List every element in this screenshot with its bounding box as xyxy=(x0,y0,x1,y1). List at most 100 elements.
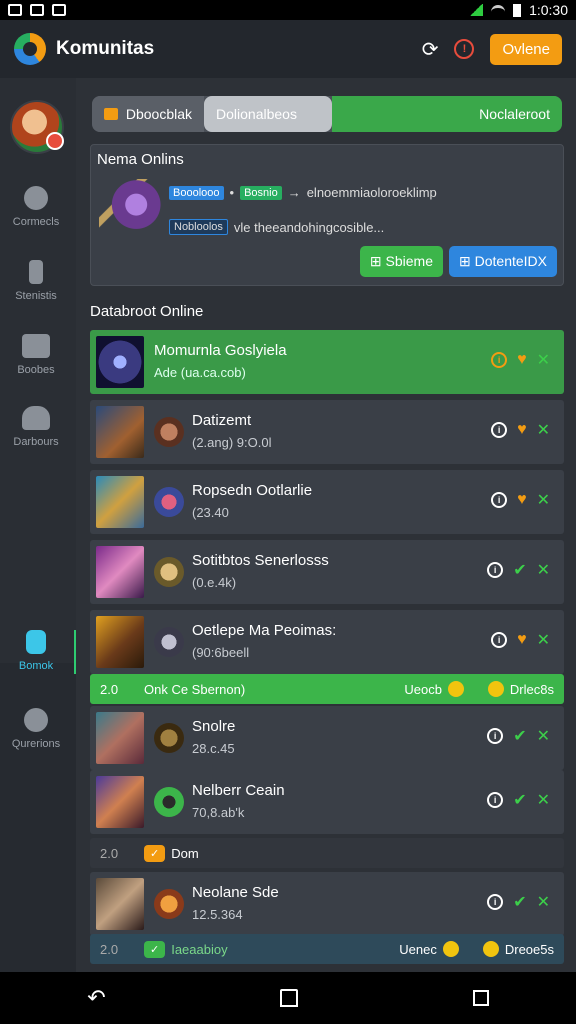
tag-chip[interactable]: Bosnio xyxy=(240,185,282,200)
check-icon[interactable]: ✔ xyxy=(513,892,526,912)
user-name: Nelberr Ceain xyxy=(192,782,285,799)
image-icon xyxy=(8,4,22,16)
user-name: Sotitbtos Senerlosss xyxy=(192,552,329,569)
check-icon[interactable]: ✔ xyxy=(513,790,526,810)
band-label: Onk Ce Sbernon) xyxy=(144,681,246,697)
list-item[interactable]: Sotitbtos Senerlosss (0.e.4k) i ✔ ✕ xyxy=(90,540,564,604)
user-status: Ade (ua.ca.cob) xyxy=(154,365,246,380)
alert-icon[interactable]: ! xyxy=(454,39,475,59)
coin-icon xyxy=(447,681,464,697)
game-thumbnail xyxy=(96,546,144,598)
sidebar-item-darbours[interactable]: Darbours xyxy=(0,406,72,448)
home-icon[interactable] xyxy=(280,989,299,1007)
tab-label: Dboocblak xyxy=(125,106,192,122)
band-badge-icon: ✓ xyxy=(144,940,166,958)
list-item[interactable]: Neolane Sde 12.5.364 i ✔ ✕ xyxy=(90,872,564,936)
info-icon[interactable]: i xyxy=(487,562,504,578)
sidebar-item-cormecls[interactable]: Cormecls xyxy=(0,186,72,228)
group-band[interactable]: 2.0 Onk Ce Sbernon) Ueocb Drlec8s xyxy=(90,674,564,704)
battery-icon xyxy=(513,3,522,17)
close-icon[interactable]: ✕ xyxy=(537,560,550,580)
user-status: (23.40 xyxy=(192,505,229,520)
game-thumbnail xyxy=(96,616,144,668)
news-title: Nema Onlins xyxy=(97,151,184,168)
status-bar: 1:0:30 xyxy=(0,0,576,20)
close-icon[interactable]: ✕ xyxy=(537,420,550,440)
avatar[interactable] xyxy=(10,100,64,154)
game-thumbnail xyxy=(96,712,144,764)
close-icon[interactable]: ✕ xyxy=(537,726,550,746)
avatar xyxy=(154,557,184,587)
band-badge-icon: ✓ xyxy=(144,844,166,862)
info-icon[interactable]: i xyxy=(491,492,508,508)
wifi-icon xyxy=(491,5,506,15)
list-item[interactable]: Oetlepe Ma Peoimas: (90:6beell i ♥ ✕ xyxy=(90,610,564,674)
info-icon[interactable]: i xyxy=(487,728,504,744)
user-name: Momurnla Goslyiela xyxy=(154,342,287,359)
page-title: Komunitas xyxy=(56,38,155,59)
sidebar-item-boobes[interactable]: Boobes xyxy=(0,334,72,376)
tag-chip[interactable]: Booolooo xyxy=(169,185,224,200)
check-icon[interactable]: ✔ xyxy=(513,726,526,746)
heart-icon[interactable]: ♥ xyxy=(517,351,527,369)
user-status: (90:6beell xyxy=(192,645,250,660)
tab-dolionalbeos[interactable]: Dolionalbeos xyxy=(204,96,332,132)
list-item[interactable]: Momurnla Goslyiela Ade (ua.ca.cob) i ♥ ✕ xyxy=(90,330,564,394)
news-artwork xyxy=(99,179,161,243)
user-status: 28.c.45 xyxy=(192,741,235,756)
list-item[interactable]: Datizemt (2.ang) 9:O.0l i ♥ ✕ xyxy=(90,400,564,464)
sidebar-item-qurerions[interactable]: Qurerions xyxy=(0,708,72,750)
list-item[interactable]: Ropsedn Ootlarlie (23.40 i ♥ ✕ xyxy=(90,470,564,534)
tab-dboocblak[interactable]: Dboocblak xyxy=(92,96,204,132)
info-icon[interactable]: i xyxy=(487,792,504,808)
sidebar-item-bomok[interactable]: Bomok xyxy=(0,630,72,672)
group-band[interactable]: 2.0 ✓ Dom xyxy=(90,838,564,868)
refresh-icon[interactable]: ⟳ xyxy=(422,37,439,62)
download-button[interactable]: ⊞ DotenteIDX xyxy=(449,246,557,277)
tab-noclaleroot[interactable]: Noclaleroot xyxy=(332,96,562,132)
avatar xyxy=(154,487,184,517)
heart-icon[interactable]: ♥ xyxy=(517,631,527,649)
band-stat: Dreoe5s xyxy=(504,941,554,957)
tab-label: Dolionalbeos xyxy=(216,106,297,122)
user-name: Datizemt xyxy=(192,412,252,429)
tag-chip[interactable]: Nobloolos xyxy=(169,219,228,235)
tab-bar: Dboocblak Dolionalbeos Noclaleroot xyxy=(92,96,562,132)
info-icon[interactable]: i xyxy=(487,894,504,910)
close-icon[interactable]: ✕ xyxy=(537,490,550,510)
info-icon[interactable]: i xyxy=(491,352,508,368)
clock: 1:0:30 xyxy=(529,2,568,18)
band-number: 2.0 xyxy=(100,845,119,861)
user-status: 12.5.364 xyxy=(192,907,243,922)
group-band[interactable]: 2.0 ✓ Iaeaabioy Uenec Dreoe5s xyxy=(90,934,564,964)
sidebar-item-label: Cormecls xyxy=(12,216,60,228)
list-item[interactable]: Nelberr Ceain 70,8.ab'k i ✔ ✕ xyxy=(90,770,564,834)
band-label: Dom xyxy=(171,845,199,861)
close-icon[interactable]: ✕ xyxy=(537,892,550,912)
user-status: (2.ang) 9:O.0l xyxy=(192,435,272,450)
section-title: Databroot Online xyxy=(90,303,204,320)
back-icon[interactable]: ↶ xyxy=(87,985,105,1011)
online-button[interactable]: Ovlene xyxy=(490,33,562,65)
avatar xyxy=(154,627,184,657)
user-status: (0.e.4k) xyxy=(192,575,237,590)
recent-apps-icon[interactable] xyxy=(472,990,489,1006)
check-icon[interactable]: ✔ xyxy=(513,560,526,580)
share-button[interactable]: ⊞ Sbieme xyxy=(359,246,443,277)
close-icon[interactable]: ✕ xyxy=(537,350,550,370)
app-logo-icon xyxy=(14,33,46,65)
sidebar-item-label: Bomok xyxy=(18,660,54,672)
list-item[interactable]: Snolre 28.c.45 i ✔ ✕ xyxy=(90,706,564,770)
heart-icon[interactable]: ♥ xyxy=(517,421,527,439)
info-icon[interactable]: i xyxy=(491,422,508,438)
app-bar: Komunitas ⟳ ! Ovlene xyxy=(0,20,576,78)
avatar xyxy=(154,889,184,919)
game-thumbnail xyxy=(96,476,144,528)
close-icon[interactable]: ✕ xyxy=(537,790,550,810)
gear-icon xyxy=(24,708,48,732)
sidebar-item-stenistis[interactable]: Stenistis xyxy=(0,260,72,302)
info-icon[interactable]: i xyxy=(491,632,508,648)
heart-icon[interactable]: ♥ xyxy=(517,491,527,509)
close-icon[interactable]: ✕ xyxy=(537,630,550,650)
user-status: 70,8.ab'k xyxy=(192,805,245,820)
